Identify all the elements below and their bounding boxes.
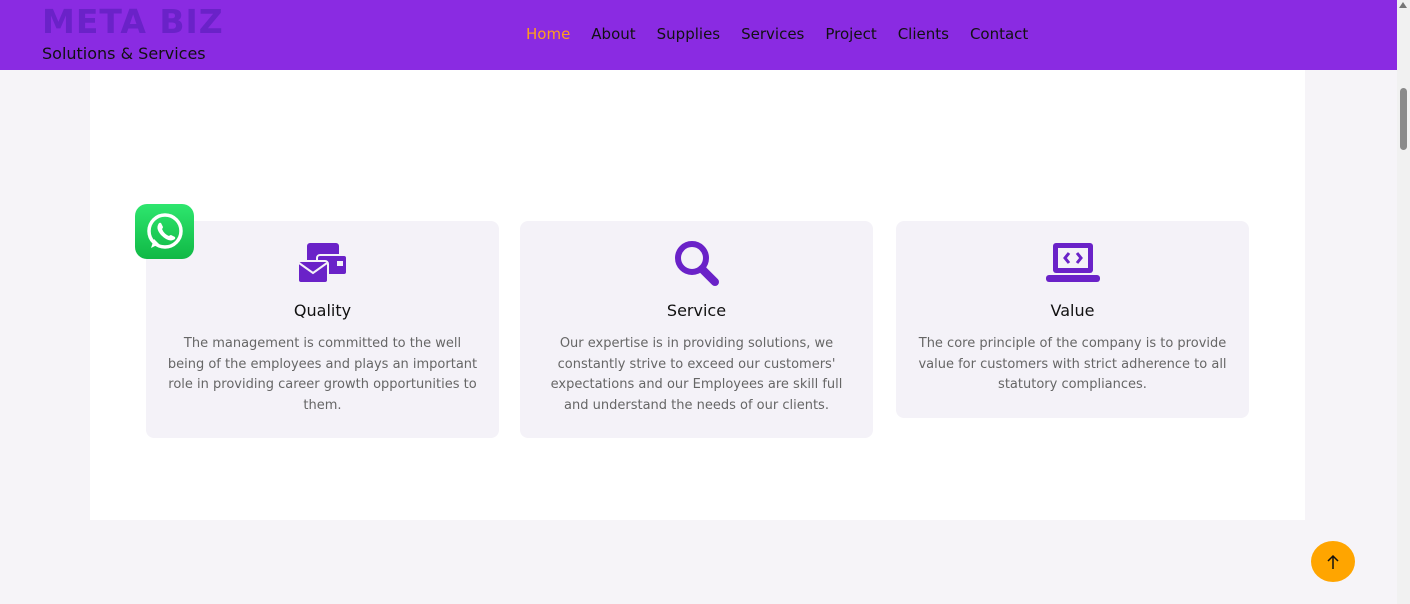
brand-title[interactable]: META BIZ <box>42 2 224 42</box>
nav-item-clients[interactable]: Clients <box>898 24 949 44</box>
feature-text: Our expertise is in providing solutions,… <box>550 336 843 413</box>
nav-item-home[interactable]: Home <box>526 24 570 44</box>
feature-title: Quality <box>293 301 352 320</box>
back-to-top-button[interactable] <box>1311 541 1355 582</box>
nav-item-about[interactable]: About <box>591 24 635 44</box>
laptop-code-icon <box>1045 241 1101 285</box>
nav-item-services[interactable]: Services <box>741 24 804 44</box>
whatsapp-icon <box>146 212 183 249</box>
feature-card-service: Service Our expertise is in providing so… <box>520 221 873 438</box>
nav-item-project[interactable]: Project <box>825 24 876 44</box>
site-header: META BIZ Solutions & Services Home About… <box>0 0 1397 70</box>
feature-text: The core principle of the company is to … <box>918 336 1227 392</box>
scrollbar-thumb[interactable] <box>1400 88 1407 150</box>
scroll-up-arrow-icon[interactable] <box>1399 2 1407 8</box>
nav-item-supplies[interactable]: Supplies <box>657 24 720 44</box>
main-nav: Home About Supplies Services Project Cli… <box>526 24 1049 44</box>
arrow-up-icon <box>1327 554 1339 569</box>
whatsapp-button[interactable] <box>135 204 194 259</box>
page-scrollbar[interactable] <box>1397 0 1410 604</box>
search-icon <box>669 241 725 286</box>
nav-item-contact[interactable]: Contact <box>970 24 1028 44</box>
envelope-stack-icon <box>295 241 351 285</box>
feature-card-value: Value The core principle of the company … <box>896 221 1249 418</box>
feature-title: Service <box>666 301 727 320</box>
feature-title: Value <box>1050 301 1095 320</box>
brand-subtitle: Solutions & Services <box>42 44 206 63</box>
feature-card-quality: Quality The management is committed to t… <box>146 221 499 438</box>
feature-text: The management is committed to the well … <box>167 336 478 413</box>
